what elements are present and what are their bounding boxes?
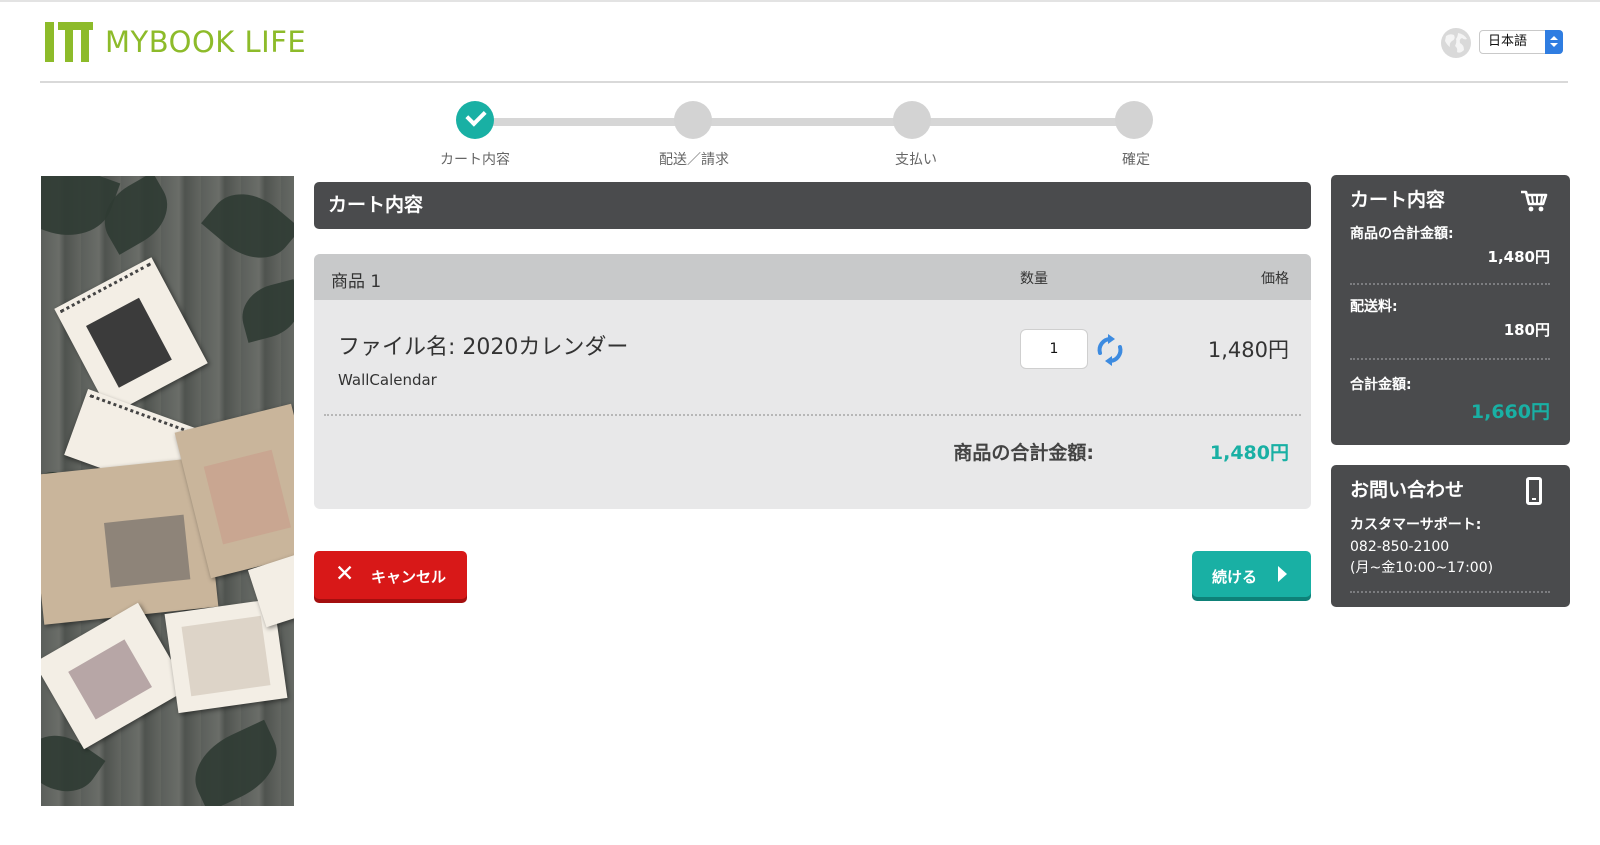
step-1-check-icon — [456, 101, 494, 139]
item-file-name: ファイル名: 2020カレンダー — [338, 335, 629, 360]
close-icon: ✕ — [335, 561, 355, 587]
continue-button[interactable]: 続ける — [1192, 551, 1311, 597]
grand-total-value: 1,660円 — [1470, 401, 1550, 423]
subtotal-value: 1,480円 — [1209, 442, 1289, 464]
globe-icon — [1441, 28, 1471, 58]
product-total-value: 1,480円 — [1487, 248, 1550, 266]
language-select-value: 日本語 — [1488, 34, 1528, 49]
support-label: カスタマーサポート: — [1350, 517, 1482, 533]
arrow-right-icon — [1278, 566, 1287, 582]
item-divider — [324, 414, 1301, 416]
step-label-confirm: 確定 — [1122, 152, 1150, 168]
step-2-dot — [674, 101, 712, 139]
header-divider — [40, 81, 1568, 83]
quantity-input[interactable]: 1 — [1020, 329, 1088, 369]
item-price: 1,480円 — [1207, 338, 1289, 362]
cart-summary-box: カート内容 商品の合計金額: 1,480円 配送料: 180円 合計金額: 1,… — [1331, 175, 1570, 445]
contact-title: お問い合わせ — [1350, 479, 1465, 501]
summary-divider — [1350, 283, 1550, 285]
refresh-icon[interactable] — [1096, 334, 1124, 366]
select-arrows-icon — [1545, 30, 1563, 54]
cart-items-panel: 商品 1 数量 価格 ファイル名: 2020カレンダー WallCalendar… — [314, 254, 1311, 509]
column-price: 価格 — [1261, 271, 1289, 287]
step-label-cart: カート内容 — [440, 152, 510, 168]
step-label-payment: 支払い — [895, 152, 937, 168]
cart-section-title: カート内容 — [314, 182, 1311, 229]
language-select[interactable]: 日本語 — [1479, 30, 1563, 54]
contact-divider — [1350, 591, 1550, 593]
logo[interactable]: MYBOOK LIFE — [45, 22, 306, 62]
grand-total-label: 合計金額: — [1350, 377, 1412, 393]
column-item: 商品 1 — [331, 272, 382, 292]
summary-title: カート内容 — [1350, 189, 1446, 211]
top-border — [0, 0, 1600, 2]
cart-icon — [1521, 190, 1548, 212]
phone-icon — [1526, 477, 1542, 505]
step-4-dot — [1115, 101, 1153, 139]
item-product-type: WallCalendar — [338, 371, 437, 389]
shipping-label: 配送料: — [1350, 299, 1398, 315]
table-header: 商品 1 数量 価格 — [314, 254, 1311, 300]
continue-button-label: 続ける — [1212, 568, 1258, 586]
brand-name: MYBOOK LIFE — [105, 25, 307, 59]
cancel-button[interactable]: ✕ キャンセル — [314, 551, 467, 599]
support-phone[interactable]: 082-850-2100 — [1350, 539, 1449, 555]
subtotal-label: 商品の合計金額: — [953, 442, 1094, 464]
column-quantity: 数量 — [1020, 271, 1048, 287]
shipping-value: 180円 — [1503, 321, 1550, 339]
support-hours: (月~金10:00~17:00) — [1350, 560, 1494, 576]
step-label-shipping: 配送／請求 — [659, 152, 729, 168]
decorative-photo — [41, 176, 294, 806]
stepper-track — [475, 118, 1133, 126]
summary-divider — [1350, 358, 1550, 360]
step-3-dot — [893, 101, 931, 139]
cancel-button-label: キャンセル — [371, 568, 447, 586]
contact-box: お問い合わせ カスタマーサポート: 082-850-2100 (月~金10:00… — [1331, 465, 1570, 607]
product-total-label: 商品の合計金額: — [1350, 226, 1454, 242]
logo-mark — [45, 22, 93, 62]
